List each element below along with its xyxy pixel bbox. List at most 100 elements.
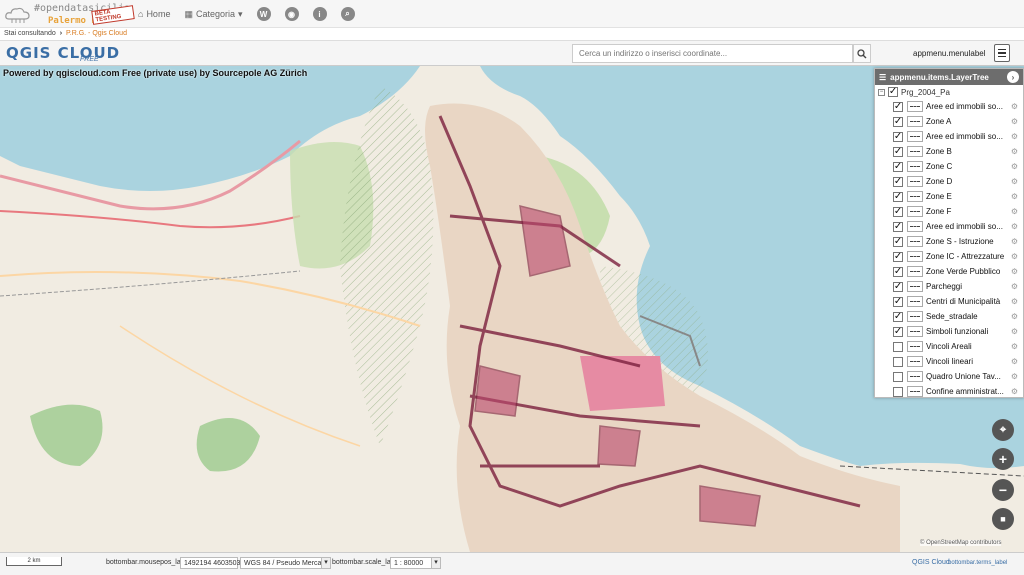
qgis-cloud-link[interactable]: QGIS Cloud <box>912 557 950 569</box>
layer-name: Zone B <box>926 147 952 156</box>
layer-row[interactable]: ✓ Centri di Municipalità ⚙ <box>875 294 1023 309</box>
layer-checkbox[interactable]: ✓ <box>893 101 903 112</box>
layer-name: Sede_stradale <box>926 312 978 321</box>
gear-icon[interactable]: ⚙ <box>1011 252 1018 261</box>
layer-checkbox[interactable]: ✓ <box>893 191 903 202</box>
collapse-icon[interactable]: › <box>1007 71 1019 83</box>
layer-checkbox[interactable]: ✓ <box>893 281 903 292</box>
locate-button[interactable]: ⌖ <box>992 419 1014 441</box>
layer-row[interactable]: ✓ Aree ed immobili so... ⚙ <box>875 129 1023 144</box>
layer-row[interactable]: ✓ Zone D ⚙ <box>875 174 1023 189</box>
compass-icon[interactable]: ◉ <box>284 7 299 21</box>
gear-icon[interactable]: ⚙ <box>1011 102 1018 111</box>
nav-category-dropdown[interactable]: ▦ Categoria ▾ <box>184 9 242 20</box>
gear-icon[interactable]: ⚙ <box>1011 222 1018 231</box>
layer-row[interactable]: ✓ Aree ed immobili so... ⚙ <box>875 99 1023 114</box>
layer-symbol-icon <box>907 221 923 232</box>
layer-row[interactable]: Vincoli Areali ⚙ <box>875 339 1023 354</box>
gear-icon[interactable]: ⚙ <box>1011 237 1018 246</box>
layer-row[interactable]: ✓ Sede_stradale ⚙ <box>875 309 1023 324</box>
crs-select[interactable]: WGS 84 / Pseudo Mercator <box>240 557 330 569</box>
layer-symbol-icon <box>907 101 923 112</box>
gear-icon[interactable]: ⚙ <box>1011 372 1018 381</box>
grid-icon: ▦ <box>184 8 193 19</box>
layer-row[interactable]: ✓ Aree ed immobili so... ⚙ <box>875 219 1023 234</box>
layer-row[interactable]: ✓ Zone C ⚙ <box>875 159 1023 174</box>
osm-credit[interactable]: © OpenStreetMap contributors <box>920 540 1002 546</box>
gear-icon[interactable]: ⚙ <box>1011 267 1018 276</box>
layer-tree-header[interactable]: ☰ appmenu.items.LayerTree › <box>875 69 1023 85</box>
layer-symbol-icon <box>907 386 923 397</box>
layer-row[interactable]: ✓ Zone B ⚙ <box>875 144 1023 159</box>
address-search-input[interactable] <box>572 44 853 63</box>
layer-checkbox[interactable]: ✓ <box>888 87 898 97</box>
gear-icon[interactable]: ⚙ <box>1011 327 1018 336</box>
layer-checkbox[interactable]: ✓ <box>893 161 903 172</box>
chevron-down-icon[interactable]: ▾ <box>321 557 331 569</box>
layer-checkbox[interactable]: ✓ <box>893 236 903 247</box>
layer-row[interactable]: ✓ Zone A ⚙ <box>875 114 1023 129</box>
layer-group-root[interactable]: − ✓ Prg_2004_Pa <box>875 85 1023 99</box>
layer-checkbox[interactable]: ✓ <box>893 206 903 217</box>
gear-icon[interactable]: ⚙ <box>1011 192 1018 201</box>
layer-checkbox[interactable]: ✓ <box>893 311 903 322</box>
zoom-out-button[interactable]: − <box>992 479 1014 501</box>
layer-checkbox[interactable] <box>893 386 903 397</box>
search-button[interactable] <box>853 44 871 63</box>
layer-name: Zone Verde Pubblico <box>926 267 1001 276</box>
gear-icon[interactable]: ⚙ <box>1011 387 1018 396</box>
gear-icon[interactable]: ⚙ <box>1011 132 1018 141</box>
minus-icon: − <box>998 482 1008 498</box>
gear-icon[interactable]: ⚙ <box>1011 117 1018 126</box>
layer-checkbox[interactable]: ✓ <box>893 221 903 232</box>
chevron-down-icon[interactable]: ▾ <box>431 557 441 569</box>
gear-icon[interactable]: ⚙ <box>1011 312 1018 321</box>
layer-checkbox[interactable]: ✓ <box>893 296 903 307</box>
layer-checkbox[interactable]: ✓ <box>893 116 903 127</box>
search-icon[interactable]: ⌕ <box>340 7 355 21</box>
layer-row[interactable]: ✓ Simboli funzionali ⚙ <box>875 324 1023 339</box>
layer-checkbox[interactable] <box>893 356 903 367</box>
terms-link[interactable]: bottombar.terms_label <box>948 557 1007 569</box>
breadcrumb-current[interactable]: P.R.G. - Qgis Cloud <box>66 30 127 37</box>
nav-home[interactable]: ⌂ Home <box>138 9 170 19</box>
gear-icon[interactable]: ⚙ <box>1011 162 1018 171</box>
info-icon[interactable]: i <box>312 7 327 21</box>
layer-checkbox[interactable]: ✓ <box>893 251 903 262</box>
layer-symbol-icon <box>907 296 923 307</box>
layer-row[interactable]: Quadro Unione Tav... ⚙ <box>875 369 1023 384</box>
zoom-in-button[interactable]: + <box>992 448 1014 470</box>
tree-collapse-icon[interactable]: − <box>878 88 885 96</box>
layer-checkbox[interactable]: ✓ <box>893 326 903 337</box>
layer-row[interactable]: ✓ Zone F ⚙ <box>875 204 1023 219</box>
layer-checkbox[interactable]: ✓ <box>893 176 903 187</box>
gear-icon[interactable]: ⚙ <box>1011 297 1018 306</box>
hamburger-menu-icon[interactable] <box>994 44 1010 62</box>
layer-row[interactable]: Vincoli lineari ⚙ <box>875 354 1023 369</box>
layer-row[interactable]: ✓ Zone Verde Pubblico ⚙ <box>875 264 1023 279</box>
gear-icon[interactable]: ⚙ <box>1011 342 1018 351</box>
stack-icon: ☰ <box>879 72 887 82</box>
layer-row[interactable]: ✓ Parcheggi ⚙ <box>875 279 1023 294</box>
wikipedia-icon[interactable]: W <box>256 7 271 21</box>
layer-checkbox[interactable]: ✓ <box>893 131 903 142</box>
scale-select[interactable]: 1 : 80000 <box>390 557 432 569</box>
gear-icon[interactable]: ⚙ <box>1011 282 1018 291</box>
city-center <box>580 356 665 411</box>
home-extent-button[interactable]: ■ <box>992 508 1014 530</box>
layer-row[interactable]: ✓ Zone IC - Attrezzature... ⚙ <box>875 249 1023 264</box>
gear-icon[interactable]: ⚙ <box>1011 147 1018 156</box>
layer-checkbox[interactable] <box>893 371 903 382</box>
layer-checkbox[interactable] <box>893 341 903 352</box>
layer-row[interactable]: Confine amministrat... ⚙ <box>875 384 1023 399</box>
map-canvas[interactable]: Powered by qgiscloud.com Free (private u… <box>0 66 1024 552</box>
layer-row[interactable]: ✓ Zone E ⚙ <box>875 189 1023 204</box>
layer-symbol-icon <box>907 266 923 277</box>
layer-row[interactable]: ✓ Zone S - Istruzione ⚙ <box>875 234 1023 249</box>
layer-checkbox[interactable]: ✓ <box>893 146 903 157</box>
gear-icon[interactable]: ⚙ <box>1011 357 1018 366</box>
gear-icon[interactable]: ⚙ <box>1011 177 1018 186</box>
site-logo[interactable]: #opendatasicilia Palermo Hub BETA TESTIN… <box>4 2 135 28</box>
layer-checkbox[interactable]: ✓ <box>893 266 903 277</box>
gear-icon[interactable]: ⚙ <box>1011 207 1018 216</box>
